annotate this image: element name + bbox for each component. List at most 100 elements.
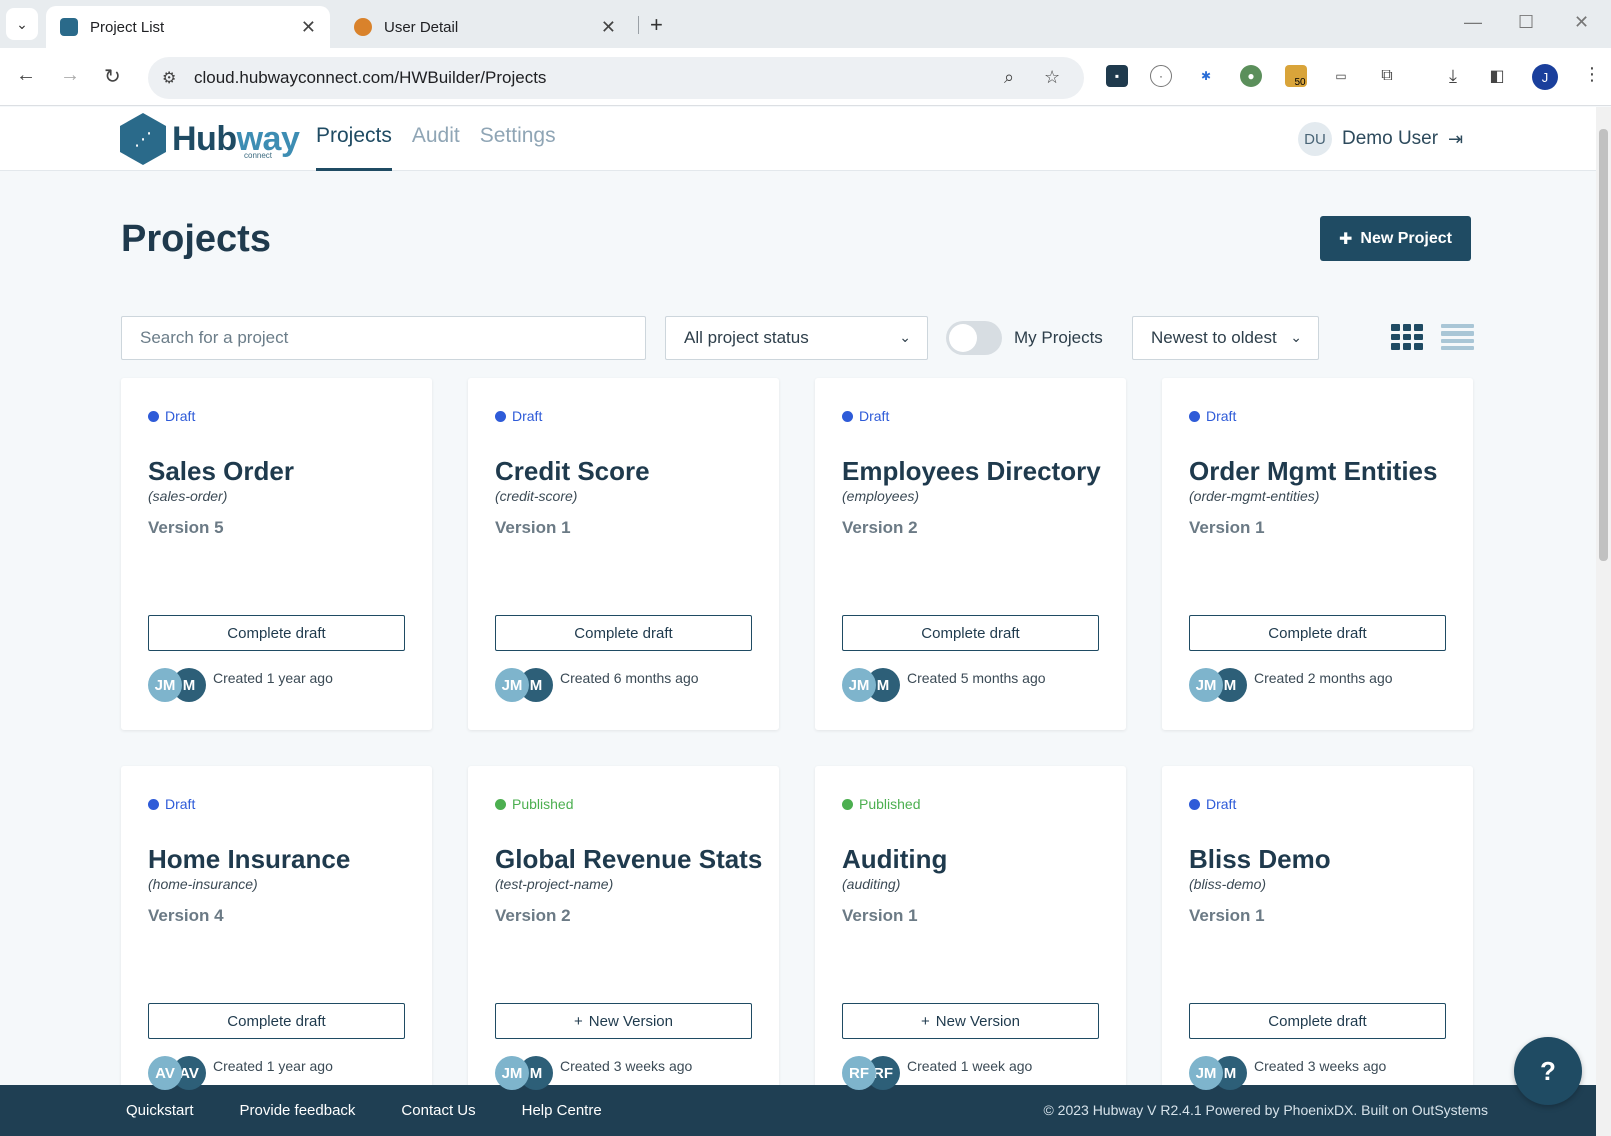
- help-button[interactable]: ?: [1514, 1037, 1582, 1105]
- list-view-icon[interactable]: [1441, 324, 1474, 350]
- project-title[interactable]: Employees Directory: [842, 456, 1101, 487]
- close-tab-icon[interactable]: ✕: [301, 17, 316, 38]
- main-nav: Projects Audit Settings: [316, 107, 556, 171]
- status-badge: Draft: [842, 408, 889, 424]
- footer-link-contact[interactable]: Contact Us: [401, 1102, 475, 1119]
- footer-link-feedback[interactable]: Provide feedback: [240, 1102, 356, 1119]
- reload-icon[interactable]: ↻: [104, 64, 121, 89]
- more-menu-icon[interactable]: ⋮: [1583, 64, 1601, 85]
- project-card[interactable]: Draft Order Mgmt Entities (order-mgmt-en…: [1162, 378, 1473, 730]
- card-action-button[interactable]: Complete draft: [842, 615, 1099, 651]
- site-info-icon[interactable]: ⚙: [162, 68, 176, 88]
- user-menu[interactable]: DU Demo User ⇥: [1298, 122, 1463, 156]
- my-projects-toggle[interactable]: [946, 321, 1002, 355]
- hubway-logo[interactable]: ⋰ Hubway: [120, 113, 300, 165]
- project-card[interactable]: Published Global Revenue Stats (test-pro…: [468, 766, 779, 1118]
- grid-view-icon[interactable]: [1391, 324, 1423, 350]
- extension-icon[interactable]: ▪: [1106, 65, 1128, 87]
- project-card[interactable]: Draft Credit Score (credit-score) Versio…: [468, 378, 779, 730]
- extension-icon[interactable]: ·: [1150, 65, 1172, 87]
- status-filter-select[interactable]: All project status ⌄: [665, 316, 928, 360]
- logout-icon[interactable]: ⇥: [1448, 129, 1463, 150]
- status-dot-icon: [495, 798, 506, 810]
- new-tab-icon[interactable]: +: [650, 12, 663, 38]
- tab-project-list[interactable]: Project List ✕: [46, 6, 330, 48]
- project-card[interactable]: Published Auditing (auditing) Version 1 …: [815, 766, 1126, 1118]
- status-badge: Draft: [1189, 408, 1236, 424]
- created-date: Created 3 weeks ago: [1254, 1058, 1387, 1074]
- browser-toolbar: ← → ↻ ⚙ cloud.hubwayconnect.com/HWBuilde…: [0, 48, 1611, 106]
- tab-title: User Detail: [384, 18, 459, 36]
- tab-user-detail[interactable]: User Detail ✕: [340, 6, 630, 48]
- extension-icon[interactable]: 50: [1285, 65, 1307, 88]
- project-slug: (credit-score): [495, 488, 578, 504]
- extension-icon[interactable]: ✱: [1195, 65, 1217, 87]
- cast-icon[interactable]: ▭: [1330, 65, 1352, 87]
- project-title[interactable]: Home Insurance: [148, 844, 350, 875]
- tab-search-button[interactable]: ⌄: [6, 8, 38, 40]
- status-label: Draft: [1206, 408, 1237, 424]
- url-text: cloud.hubwayconnect.com/HWBuilder/Projec…: [194, 68, 547, 87]
- project-title[interactable]: Order Mgmt Entities: [1189, 456, 1437, 487]
- extension-icon[interactable]: ●: [1240, 65, 1262, 87]
- project-version: Version 2: [842, 518, 918, 537]
- footer-link-quickstart[interactable]: Quickstart: [126, 1102, 194, 1119]
- card-action-button[interactable]: Complete draft: [1189, 1003, 1446, 1039]
- logo-text-a: Hub: [172, 119, 237, 158]
- card-action-button[interactable]: + New Version: [842, 1003, 1099, 1039]
- avatar: JM: [495, 668, 529, 702]
- project-slug: (bliss-demo): [1189, 876, 1267, 892]
- project-version: Version 2: [495, 906, 571, 925]
- card-action-button[interactable]: Complete draft: [148, 615, 405, 651]
- card-action-button[interactable]: Complete draft: [148, 1003, 405, 1039]
- footer: Quickstart Provide feedback Contact Us H…: [0, 1085, 1596, 1136]
- status-dot-icon: [495, 410, 506, 422]
- project-card[interactable]: Draft Bliss Demo (bliss-demo) Version 1 …: [1162, 766, 1473, 1118]
- project-card[interactable]: Draft Sales Order (sales-order) Version …: [121, 378, 432, 730]
- hubway-logo-icon: ⋰: [120, 113, 166, 165]
- project-title[interactable]: Credit Score: [495, 456, 650, 487]
- extensions-puzzle-icon[interactable]: ⧉: [1376, 65, 1398, 87]
- address-bar[interactable]: ⚙ cloud.hubwayconnect.com/HWBuilder/Proj…: [148, 57, 1084, 99]
- search-input[interactable]: Search for a project: [121, 316, 646, 360]
- minimize-icon[interactable]: —: [1464, 12, 1482, 33]
- project-title[interactable]: Global Revenue Stats: [495, 844, 762, 875]
- bookmark-star-icon[interactable]: ☆: [1044, 67, 1060, 88]
- project-title[interactable]: Sales Order: [148, 456, 294, 487]
- scrollbar-thumb[interactable]: [1599, 129, 1608, 561]
- collaborator-avatars: JM M: [1189, 1056, 1249, 1090]
- download-icon[interactable]: ⤓: [1442, 65, 1464, 87]
- close-tab-icon[interactable]: ✕: [601, 17, 616, 38]
- card-action-button[interactable]: Complete draft: [495, 615, 752, 651]
- project-title[interactable]: Bliss Demo: [1189, 844, 1331, 875]
- status-label: Published: [512, 796, 574, 812]
- scrollbar[interactable]: [1596, 107, 1611, 1136]
- chevron-down-icon: ⌄: [1290, 329, 1302, 345]
- profile-avatar[interactable]: J: [1532, 64, 1558, 90]
- new-project-button[interactable]: ✚ New Project: [1320, 216, 1471, 261]
- project-title[interactable]: Auditing: [842, 844, 947, 875]
- card-action-button[interactable]: + New Version: [495, 1003, 752, 1039]
- forward-icon[interactable]: →: [60, 64, 80, 87]
- chevron-down-icon: ⌄: [899, 329, 911, 345]
- card-action-label: Complete draft: [1268, 1012, 1367, 1030]
- nav-audit[interactable]: Audit: [412, 107, 460, 171]
- close-window-icon[interactable]: ✕: [1574, 12, 1589, 33]
- avatar: JM: [842, 668, 876, 702]
- maximize-icon[interactable]: ☐: [1518, 12, 1534, 33]
- back-icon[interactable]: ←: [16, 64, 36, 87]
- project-slug: (employees): [842, 488, 920, 504]
- created-date: Created 1 year ago: [213, 1058, 333, 1074]
- side-panel-icon[interactable]: ◧: [1486, 65, 1508, 87]
- card-action-button[interactable]: Complete draft: [1189, 615, 1446, 651]
- nav-settings[interactable]: Settings: [480, 107, 556, 171]
- status-badge: Draft: [148, 408, 195, 424]
- zoom-icon[interactable]: ⌕: [1004, 67, 1014, 88]
- project-version: Version 1: [495, 518, 571, 537]
- project-version: Version 1: [842, 906, 918, 925]
- project-card[interactable]: Draft Employees Directory (employees) Ve…: [815, 378, 1126, 730]
- nav-projects[interactable]: Projects: [316, 107, 392, 171]
- project-card[interactable]: Draft Home Insurance (home-insurance) Ve…: [121, 766, 432, 1118]
- sort-select[interactable]: Newest to oldest ⌄: [1132, 316, 1319, 360]
- footer-link-help[interactable]: Help Centre: [522, 1102, 602, 1119]
